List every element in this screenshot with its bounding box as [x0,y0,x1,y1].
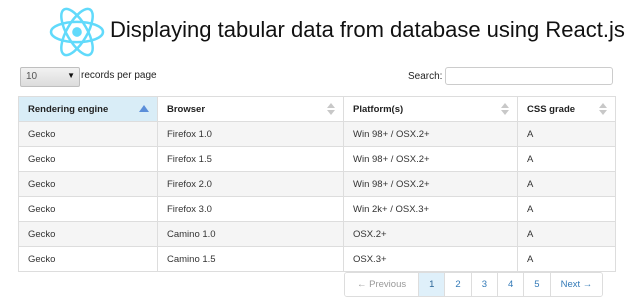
search-label: Search: [408,71,443,82]
table-controls: 10 ▼ records per page Search: [20,67,615,89]
table-row: Gecko Firefox 3.0 Win 2k+ / OSX.3+ A [18,196,616,222]
table-header-row: Rendering engine Browser Platform(s) CSS… [18,96,616,122]
cell-platform: OSX.2+ [343,221,518,247]
cell-grade: A [517,221,616,247]
cell-engine: Gecko [18,221,158,247]
search-input[interactable] [445,67,613,85]
page-title: Displaying tabular data from database us… [110,17,625,42]
column-header-label: Platform(s) [353,103,404,115]
cell-browser: Camino 1.5 [157,246,344,272]
cell-platform: OSX.3+ [343,246,518,272]
next-page-button[interactable]: Next → [549,273,603,296]
data-table: Rendering engine Browser Platform(s) CSS… [18,96,616,272]
cell-grade: A [517,246,616,272]
cell-grade: A [517,171,616,197]
cell-platform: Win 98+ / OSX.2+ [343,146,518,172]
page-button-3[interactable]: 3 [470,273,497,296]
table-row: Gecko Firefox 1.0 Win 98+ / OSX.2+ A [18,121,616,147]
previous-page-button[interactable]: ← Previous [345,273,419,296]
cell-engine: Gecko [18,196,158,222]
page-button-4[interactable]: 4 [497,273,524,296]
cell-platform: Win 2k+ / OSX.3+ [343,196,518,222]
cell-browser: Firefox 3.0 [157,196,344,222]
cell-browser: Firefox 1.5 [157,146,344,172]
cell-grade: A [517,121,616,147]
table-row: Gecko Firefox 2.0 Win 98+ / OSX.2+ A [18,171,616,197]
dropdown-arrow-icon: ▼ [67,71,75,80]
cell-platform: Win 98+ / OSX.2+ [343,171,518,197]
cell-browser: Firefox 1.0 [157,121,344,147]
column-header-browser[interactable]: Browser [157,96,344,122]
records-per-page-value: 10 [26,71,38,82]
sort-ascending-icon [139,105,149,112]
column-header-label: Rendering engine [28,103,109,115]
table-row: Gecko Camino 1.0 OSX.2+ A [18,221,616,247]
column-header-label: CSS grade [527,103,576,115]
records-per-page-select[interactable]: 10 ▼ [20,67,80,87]
page-button-1[interactable]: 1 [418,273,445,296]
pagination: ← Previous 1 2 3 4 5 Next → [344,272,604,297]
cell-grade: A [517,146,616,172]
sort-both-icon [599,103,607,115]
cell-engine: Gecko [18,121,158,147]
page-button-2[interactable]: 2 [444,273,471,296]
column-header-platforms[interactable]: Platform(s) [343,96,518,122]
cell-engine: Gecko [18,146,158,172]
sort-both-icon [327,103,335,115]
page-header: Displaying tabular data from database us… [0,0,640,64]
page-button-5[interactable]: 5 [523,273,550,296]
cell-engine: Gecko [18,171,158,197]
cell-engine: Gecko [18,246,158,272]
table-row: Gecko Camino 1.5 OSX.3+ A [18,246,616,272]
column-header-label: Browser [167,103,206,115]
sort-both-icon [501,103,509,115]
table-row: Gecko Firefox 1.5 Win 98+ / OSX.2+ A [18,146,616,172]
cell-grade: A [517,196,616,222]
react-logo-icon [49,7,105,57]
cell-browser: Camino 1.0 [157,221,344,247]
cell-browser: Firefox 2.0 [157,171,344,197]
cell-platform: Win 98+ / OSX.2+ [343,121,518,147]
column-header-rendering-engine[interactable]: Rendering engine [18,96,158,122]
column-header-css-grade[interactable]: CSS grade [517,96,616,122]
records-per-page-label: records per page [81,70,157,81]
